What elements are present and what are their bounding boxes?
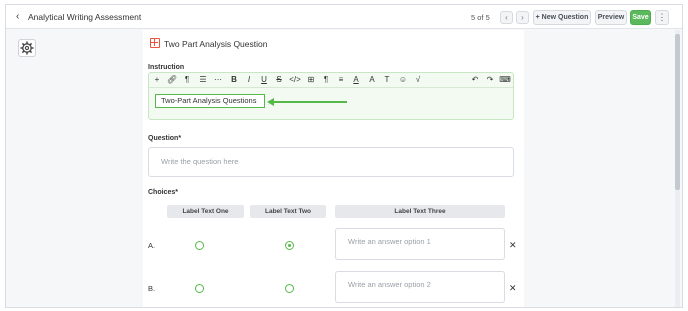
redo-icon[interactable]: ↷ (484, 75, 496, 84)
link-icon[interactable]: 🔗︎ (166, 75, 178, 84)
question-label: Question* (148, 135, 182, 142)
paragraph-icon[interactable]: ¶ (181, 75, 193, 84)
previous-question-button[interactable]: ‹ (500, 11, 513, 24)
question-editor-panel: Two Part Analysis Question Instruction +… (143, 30, 524, 307)
column-header[interactable]: Label Text Two (250, 205, 326, 218)
more-options-icon[interactable]: ⋮ (655, 10, 669, 25)
math-icon[interactable]: √ (412, 75, 424, 84)
scrollbar-thumb[interactable] (675, 34, 680, 190)
undo-icon[interactable]: ↶ (469, 75, 481, 84)
keyboard-icon[interactable]: ⌨ (499, 75, 511, 84)
answer-option-input[interactable]: Write an answer option 2 (335, 271, 505, 303)
editor-toolbar: + 🔗︎ ¶ ☰ ⋯ B I U S </> ⊞ ¶ ≡ A A T ☺ √ ↶… (149, 73, 513, 88)
underline-icon[interactable]: U (258, 75, 270, 84)
grid-icon (150, 38, 160, 48)
column-header[interactable]: Label Text One (167, 205, 244, 218)
radio-row-a-col-2[interactable] (285, 241, 294, 250)
choices-label: Choices* (148, 189, 178, 196)
bold-icon[interactable]: B (228, 75, 240, 84)
arrow-line (272, 101, 347, 103)
question-placeholder: Write the question here (161, 157, 239, 166)
instruction-editor[interactable]: + 🔗︎ ¶ ☰ ⋯ B I U S </> ⊞ ¶ ≡ A A T ☺ √ ↶… (148, 72, 514, 120)
text-size-icon[interactable]: T (381, 75, 393, 84)
text-color-icon[interactable]: A (350, 75, 362, 84)
pager-text: 5 of 5 (471, 13, 490, 22)
answer-placeholder: Write an answer option 1 (348, 237, 431, 246)
align-icon[interactable]: ≡ (335, 75, 347, 84)
next-question-button[interactable]: › (516, 11, 529, 24)
question-type-title: Two Part Analysis Question (164, 39, 268, 49)
code-icon[interactable]: </> (289, 75, 301, 84)
settings-gear-icon[interactable] (18, 39, 36, 57)
radio-row-b-col-1[interactable] (195, 284, 204, 293)
strikethrough-icon[interactable]: S (273, 75, 285, 84)
radio-row-b-col-2[interactable] (285, 284, 294, 293)
new-question-label: New Question (541, 14, 589, 21)
plus-icon[interactable]: + (151, 75, 163, 84)
instruction-text: Two-Part Analysis Questions (161, 96, 257, 105)
pilcrow-icon[interactable]: ¶ (320, 75, 332, 84)
more-icon[interactable]: ⋯ (212, 75, 224, 84)
italic-icon[interactable]: I (243, 75, 255, 84)
back-arrow-icon[interactable]: ‹ (16, 11, 19, 22)
column-header[interactable]: Label Text Three (335, 205, 505, 218)
top-bar: ‹ Analytical Writing Assessment 5 of 5 ‹… (6, 5, 682, 29)
answer-option-input[interactable]: Write an answer option 1 (335, 228, 505, 260)
remove-row-icon[interactable]: ✕ (509, 283, 517, 294)
vertical-scrollbar[interactable] (675, 30, 680, 307)
row-label: A. (148, 241, 156, 250)
table-icon[interactable]: ⊞ (305, 75, 317, 84)
instruction-label: Instruction (148, 64, 185, 71)
list-icon[interactable]: ☰ (197, 75, 209, 84)
preview-button[interactable]: Preview (595, 10, 627, 25)
radio-row-a-col-1[interactable] (195, 241, 204, 250)
instruction-content-highlight[interactable]: Two-Part Analysis Questions (155, 94, 265, 108)
answer-placeholder: Write an answer option 2 (348, 280, 431, 289)
remove-row-icon[interactable]: ✕ (509, 240, 517, 251)
save-button[interactable]: Save (630, 10, 651, 25)
row-label: B. (148, 284, 156, 293)
font-icon[interactable]: A (366, 75, 378, 84)
page-title: Analytical Writing Assessment (28, 12, 142, 22)
emoji-icon[interactable]: ☺ (397, 75, 409, 84)
new-question-button[interactable]: + New Question (533, 10, 591, 25)
app-window: ‹ Analytical Writing Assessment 5 of 5 ‹… (5, 4, 683, 308)
question-input[interactable]: Write the question here (148, 147, 514, 177)
